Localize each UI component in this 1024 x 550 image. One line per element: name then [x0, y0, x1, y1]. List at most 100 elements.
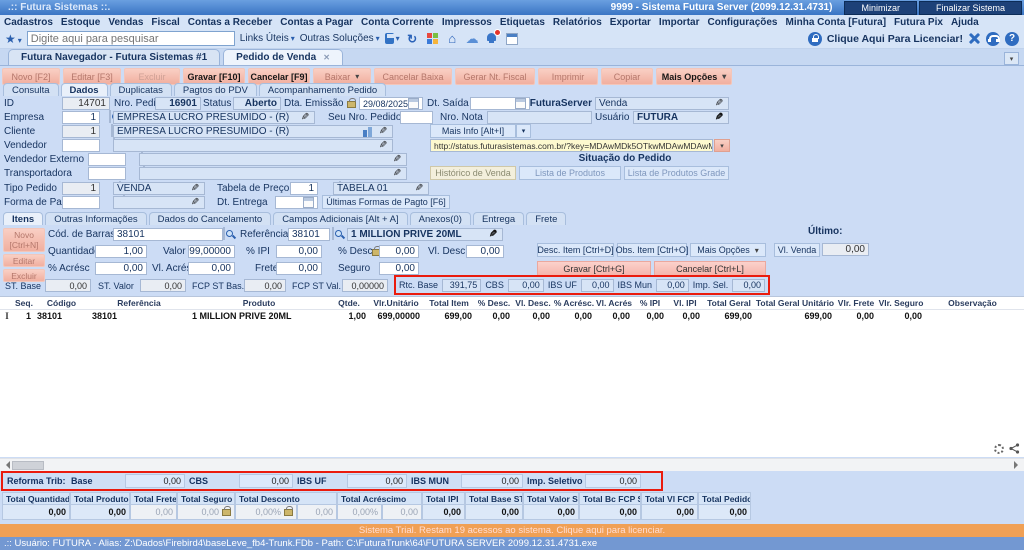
futuraserver-field[interactable]: Venda — [595, 97, 729, 110]
menu-estoque[interactable]: Estoque — [61, 17, 100, 28]
tab-anexos[interactable]: Anexos(0) — [410, 212, 471, 225]
tab-itens[interactable]: Itens — [3, 212, 43, 225]
empresa-cod-field[interactable]: 1 — [62, 111, 100, 124]
tab-dados[interactable]: Dados — [61, 83, 108, 96]
item-gravar-button[interactable]: Gravar [Ctrl+G] — [537, 261, 651, 276]
item-cancelar-button[interactable]: Cancelar [Ctrl+L] — [654, 261, 766, 276]
mais-info-dropdown-icon[interactable]: ▾ — [516, 124, 531, 138]
ultimas-formas-pagto-button[interactable]: Últimas Formas de Pagto [F6] — [322, 195, 450, 209]
seu-nro-pedido-field[interactable] — [400, 111, 433, 124]
item-mais-opcoes-button[interactable]: Mais Opções — [690, 243, 766, 257]
item-editar-button[interactable]: Editar — [3, 254, 45, 267]
total-seguro-lock-icon[interactable] — [222, 509, 231, 516]
license-link[interactable]: Clique Aqui Para Licenciar! — [827, 33, 963, 45]
produto-edit-pencil-icon[interactable] — [487, 229, 499, 240]
menu-configuracoes[interactable]: Configurações — [707, 17, 777, 28]
total-desconto-lock-icon[interactable] — [284, 509, 293, 516]
dt-entrega-calendar-icon[interactable] — [303, 197, 314, 208]
scrollbar-thumb[interactable] — [12, 461, 44, 470]
tab-list-dropdown[interactable] — [1004, 52, 1019, 65]
vl-desc-field[interactable]: 0,00 — [466, 245, 504, 258]
cod-barras-field[interactable]: 38101 — [113, 228, 223, 241]
dt-saida-calendar-icon[interactable] — [515, 98, 526, 109]
support-headset-icon[interactable] — [986, 32, 1000, 46]
tab-dados-cancelamento[interactable]: Dados do Cancelamento — [149, 212, 272, 225]
vl-acresc-field[interactable]: 0,00 — [188, 262, 235, 275]
transportadora-edit-pencil-icon[interactable] — [391, 168, 403, 179]
minimize-button[interactable]: Minimizar — [844, 1, 917, 15]
seguro-field[interactable]: 0,00 — [379, 262, 419, 275]
obs-item-button[interactable]: Obs. Item [Ctrl+O] — [617, 243, 687, 257]
desc-item-button[interactable]: Desc. Item [Ctrl+D] — [537, 243, 614, 257]
dta-emissao-lock-icon[interactable] — [347, 101, 356, 108]
modules-grid-icon[interactable] — [425, 31, 440, 46]
frete-field[interactable]: 0,00 — [276, 262, 322, 275]
dta-emissao-field[interactable]: 29/08/2025 — [359, 97, 423, 110]
menu-impressos[interactable]: Impressos — [442, 17, 492, 28]
tab-duplicatas[interactable]: Duplicatas — [110, 83, 172, 96]
tab-pagtos-pdv[interactable]: Pagtos do PDV — [174, 83, 257, 96]
referencia-field[interactable]: 38101 — [288, 228, 330, 241]
referencia-search-icon[interactable] — [332, 227, 334, 240]
tab-entrega[interactable]: Entrega — [473, 212, 524, 225]
cliente-edit-pencil-icon[interactable] — [377, 126, 389, 137]
close-tab-icon[interactable] — [316, 52, 330, 63]
home-icon[interactable] — [445, 31, 460, 46]
tipo-pedido-edit-pencil-icon[interactable] — [189, 183, 201, 194]
tab-acompanhamento[interactable]: Acompanhamento Pedido — [259, 83, 386, 96]
menu-fiscal[interactable]: Fiscal — [151, 17, 179, 28]
mais-info-button[interactable]: Mais Info [Alt+I] — [430, 124, 516, 138]
tools-icon[interactable] — [968, 32, 981, 45]
empresa-search-icon[interactable] — [109, 110, 111, 123]
scroll-right-icon[interactable] — [1014, 461, 1022, 469]
imprimir-button[interactable]: Imprimir — [538, 68, 598, 85]
transportadora-cod-field[interactable] — [88, 167, 126, 180]
acresc-pct-field[interactable]: 0,00 — [95, 262, 147, 275]
valor-field[interactable]: 699,00000 — [188, 245, 235, 258]
menu-ajuda[interactable]: Ajuda — [951, 17, 979, 28]
vendedor-externo-edit-pencil-icon[interactable] — [391, 154, 403, 165]
status-url-dropdown-icon[interactable] — [714, 139, 730, 152]
vendedor-cod-field[interactable] — [62, 139, 100, 152]
links-uteis-menu[interactable]: Links Úteis — [240, 33, 295, 44]
cliente-org-icon[interactable] — [363, 127, 375, 137]
calendar-icon[interactable] — [505, 31, 520, 46]
tabela-preco-edit-pencil-icon[interactable] — [413, 183, 425, 194]
dta-emissao-calendar-icon[interactable] — [408, 98, 419, 109]
vendedor-edit-pencil-icon[interactable] — [377, 140, 389, 151]
finalize-system-button[interactable]: Finalizar Sistema — [919, 1, 1022, 15]
tab-pedido-de-venda[interactable]: Pedido de Venda — [223, 49, 343, 65]
cod-barras-search-icon[interactable] — [223, 227, 225, 240]
share-icon[interactable] — [1009, 443, 1020, 454]
copiar-button[interactable]: Copiar — [601, 68, 653, 85]
tab-outras-informacoes[interactable]: Outras Informações — [45, 212, 146, 225]
menu-vendas[interactable]: Vendas — [108, 17, 143, 28]
desc-pct-field[interactable]: 0,00 — [379, 245, 419, 258]
menu-contas-a-pagar[interactable]: Contas a Pagar — [280, 17, 353, 28]
grid-row[interactable]: I 1 38101 38101 1 MILLION PRIVE 20ML 1,0… — [0, 310, 1024, 322]
menu-etiquetas[interactable]: Etiquetas — [500, 17, 545, 28]
menu-exportar[interactable]: Exportar — [610, 17, 651, 28]
vendedor-externo-cod-field[interactable] — [88, 153, 126, 166]
tab-frete[interactable]: Frete — [526, 212, 566, 225]
menu-contas-a-receber[interactable]: Contas a Receber — [188, 17, 272, 28]
tab-futura-navegador[interactable]: Futura Navegador - Futura Sistemas #1 — [8, 49, 220, 65]
forma-pagto-edit-pencil-icon[interactable] — [189, 197, 201, 208]
trial-banner[interactable]: Sistema Trial. Restam 19 acessos ao sist… — [0, 524, 1024, 537]
futuraserver-edit-pencil-icon[interactable] — [713, 98, 725, 109]
lista-de-produtos-button[interactable]: Lista de Produtos — [519, 166, 621, 180]
gerar-nt-fiscal-button[interactable]: Gerar Nt. Fiscal — [455, 68, 535, 85]
ipi-field[interactable]: 0,00 — [276, 245, 322, 258]
dt-entrega-field[interactable] — [275, 196, 318, 209]
scroll-left-icon[interactable] — [2, 461, 10, 469]
favorites-star-icon[interactable] — [5, 32, 22, 46]
outras-solucoes-menu[interactable]: Outras Soluções — [300, 33, 380, 44]
item-novo-button[interactable]: Novo[Ctrl+N] — [3, 228, 45, 252]
help-icon[interactable] — [1005, 32, 1019, 46]
notifications-bell-icon[interactable] — [485, 31, 500, 46]
lista-de-produtos-grade-button[interactable]: Lista de Produtos Grade — [624, 166, 729, 180]
forma-pagto-cod-field[interactable] — [62, 196, 100, 209]
license-lock-icon[interactable] — [808, 32, 822, 46]
empresa-edit-pencil-icon[interactable] — [299, 112, 311, 123]
tabela-preco-cod-field[interactable]: 1 — [290, 182, 318, 195]
